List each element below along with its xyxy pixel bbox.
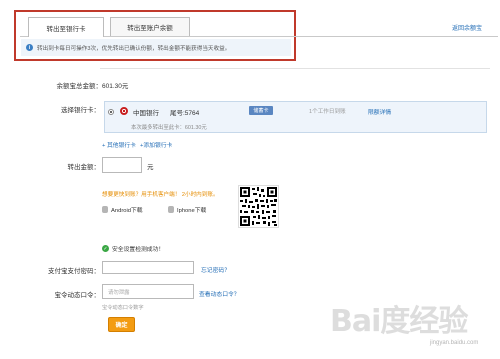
watermark-url: jingyan.baidu.com [430,340,479,346]
apple-icon [168,206,174,213]
android-icon [102,206,108,213]
card-links: + 其他银行卡 +添加银行卡 [102,140,172,149]
amount-label: 转出金额： [67,164,101,171]
android-download[interactable]: Android下载 [102,205,143,214]
view-otp-link[interactable]: 查看动态口令？ [199,289,240,298]
security-status-text: 安全设置检测成功！ [112,247,165,253]
card-type-badge: 储蓄卡 [249,106,273,115]
info-icon: i [26,44,33,51]
iphone-download-label[interactable]: Iphone下载 [177,205,206,214]
divider [100,68,490,69]
notice-bar: i 转出到卡每日可操作3次，优先转出已确认份额，转出金额不能获得当天收益。 [21,39,291,56]
add-card-link[interactable]: +添加银行卡 [140,140,172,149]
otp-label: 宝令动态口令： [54,292,101,299]
other-card-link[interactable]: + 其他银行卡 [102,140,136,149]
android-download-label[interactable]: Android下载 [111,205,143,214]
password-label: 支付宝支付密码： [48,268,100,275]
otp-hint: 宝令动态口令数字 [102,305,144,311]
notice-text: 转出到卡每日可操作3次，优先转出已确认份额，转出金额不能获得当天收益。 [37,45,231,52]
back-to-yuebao-link[interactable]: 返回余额宝 [452,23,482,32]
tab-account-balance[interactable]: 转出至账户余额 [110,17,190,36]
qr-code-graphic [240,187,277,226]
bank-card-label: 选择银行卡： [61,107,100,114]
check-icon: ✓ [102,245,109,252]
tab-bank-card[interactable]: 转出至银行卡 [28,17,104,37]
otp-input[interactable]: 请勿泄露 [102,284,194,299]
forgot-password-link[interactable]: 忘记密码？ [201,265,230,274]
watermark: Bai度经验 [330,304,468,339]
limit-details-link[interactable]: 限额详情 [368,107,391,116]
card-tail-number: 尾号:5764 [170,110,200,117]
security-status: ✓ 安全设置检测成功！ [102,244,164,253]
confirm-button[interactable]: 确定 [108,317,135,332]
mobile-promo-text: 想要更快到账？用手机客户端！ 2小时内到账。 [102,192,219,198]
arrival-time: 1个工作日到账 [309,109,346,115]
amount-input[interactable] [102,157,142,173]
payment-password-input[interactable] [102,261,194,274]
balance-value: 601.30元 [102,83,129,90]
balance-label: 余额宝总金额： [56,83,103,90]
card-max-transfer: 本次最多转出至此卡：601.30元 [131,125,207,131]
bank-name: 中国银行 [133,110,159,117]
bank-of-china-logo-icon [120,107,128,115]
qr-code [238,185,279,228]
amount-unit: 元 [147,164,154,171]
iphone-download[interactable]: Iphone下载 [168,205,206,214]
bank-card-radio[interactable] [108,109,114,115]
